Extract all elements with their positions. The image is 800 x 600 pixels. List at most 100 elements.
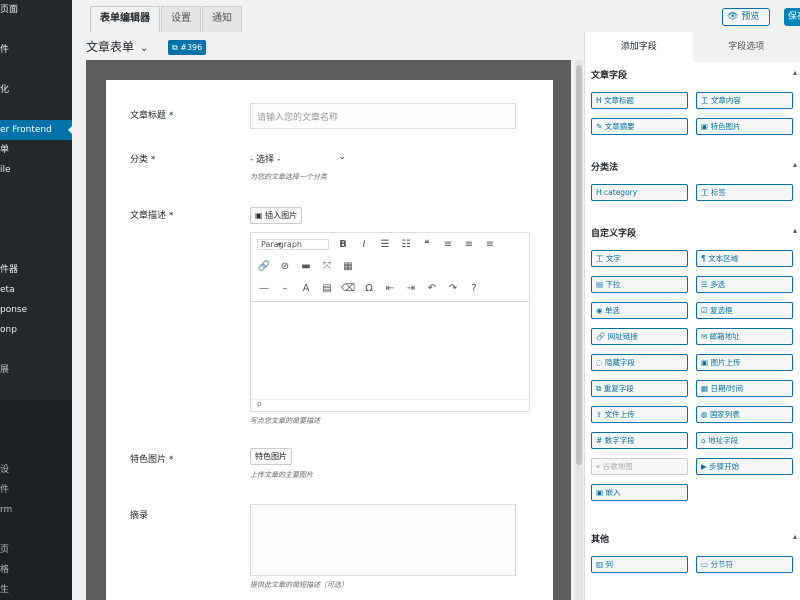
sidebar-item[interactable]: 展: [0, 360, 72, 380]
field-button[interactable]: ✎ 文章摘要: [591, 118, 688, 135]
sidebar-item[interactable]: ponse: [0, 300, 72, 320]
excerpt-textarea[interactable]: [250, 504, 516, 576]
paragraph-select[interactable]: Paragraph ▾: [257, 238, 329, 250]
align-left-icon[interactable]: ≡: [441, 239, 455, 250]
field-button[interactable]: ▣ 嵌入: [591, 484, 688, 501]
section-title[interactable]: 文章字段 ▴: [591, 68, 797, 81]
field-button[interactable]: 工 文章内容: [696, 92, 793, 109]
outdent-icon[interactable]: ⇤: [383, 283, 397, 294]
sidebar-item[interactable]: [0, 180, 72, 200]
sidebar-item[interactable]: ile: [0, 160, 72, 180]
indent-icon[interactable]: ⇥: [404, 283, 418, 294]
field-button[interactable]: ◉ 单选: [591, 302, 688, 319]
undo-icon[interactable]: ↶: [425, 283, 439, 294]
sidebar-item[interactable]: 设: [0, 460, 72, 480]
field-button[interactable]: ▣ 特色图片: [696, 118, 793, 135]
section-title[interactable]: 自定义字段 ▴: [591, 226, 797, 239]
sidebar-item[interactable]: 页面: [0, 0, 72, 20]
field-button[interactable]: ⇪ 文件上传: [591, 406, 688, 423]
link-icon[interactable]: 🔗: [257, 261, 271, 272]
field-button[interactable]: ▦ 日期/时间: [696, 380, 793, 397]
field-button[interactable]: ⌖ 谷歌地图: [591, 458, 688, 475]
field-button[interactable]: ◍ 国家列表: [696, 406, 793, 423]
field-button[interactable]: ¶ 文本区域: [696, 250, 793, 267]
strikethrough-icon[interactable]: —: [257, 283, 271, 294]
tab-notifications[interactable]: 通知: [202, 6, 242, 32]
sidebar-item[interactable]: onp: [0, 320, 72, 340]
number-list-icon[interactable]: ☷: [399, 239, 413, 250]
redo-icon[interactable]: ↷: [446, 283, 460, 294]
sidebar-item[interactable]: [0, 60, 72, 80]
sidebar-item[interactable]: 件: [0, 40, 72, 60]
field-button[interactable]: ▥ 列: [591, 556, 688, 573]
sidebar-item[interactable]: [0, 380, 72, 400]
preview-button[interactable]: 👁 预览: [722, 8, 770, 26]
post-title-input[interactable]: 请输入您的文章名称: [250, 103, 516, 129]
field-button[interactable]: ☰ 多选: [696, 276, 793, 293]
sidebar-item[interactable]: 单: [0, 140, 72, 160]
canvas-scrollbar[interactable]: [575, 60, 583, 600]
horizontal-line-icon[interactable]: –: [278, 283, 292, 294]
field-button[interactable]: 🔗 网址链接: [591, 328, 688, 345]
sidebar-item[interactable]: [0, 400, 72, 420]
help-icon[interactable]: ?: [467, 283, 481, 294]
special-char-icon[interactable]: Ω: [362, 283, 376, 294]
unlink-icon[interactable]: ⊘: [278, 261, 292, 272]
quote-icon[interactable]: ❝: [420, 239, 434, 250]
bold-icon[interactable]: B: [336, 239, 350, 250]
category-select[interactable]: - 选择 - ⌄: [250, 152, 350, 168]
bullet-list-icon[interactable]: ☰: [378, 239, 392, 250]
field-button[interactable]: # 数字字段: [591, 432, 688, 449]
field-button[interactable]: ◌ 隐藏字段: [591, 354, 688, 371]
read-more-icon[interactable]: ▬: [299, 261, 313, 272]
field-button[interactable]: 工 标签: [696, 184, 793, 201]
tab-settings[interactable]: 设置: [161, 6, 201, 32]
field-button[interactable]: ▤ 下拉: [591, 276, 688, 293]
field-button[interactable]: ▶ 步骤开始: [696, 458, 793, 475]
sidebar-item[interactable]: [0, 20, 72, 40]
field-button[interactable]: ▣ 图片上传: [696, 354, 793, 371]
form-title[interactable]: 文章表单 ⌄: [86, 38, 148, 55]
field-button[interactable]: ✉ 邮箱地址: [696, 328, 793, 345]
section-title[interactable]: 分类法 ▴: [591, 160, 797, 173]
align-right-icon[interactable]: ≡: [483, 239, 497, 250]
field-button[interactable]: ⌂ 地址字段: [696, 432, 793, 449]
sidebar-item[interactable]: [0, 100, 72, 120]
italic-icon[interactable]: I: [357, 239, 371, 250]
sidebar-item[interactable]: [0, 340, 72, 360]
sidebar-item[interactable]: [0, 440, 72, 460]
sidebar-item[interactable]: 生: [0, 580, 72, 600]
field-button[interactable]: ☑ 复选框: [696, 302, 793, 319]
tab-add-fields[interactable]: 添加字段: [585, 32, 693, 62]
field-button[interactable]: H 文章标题: [591, 92, 688, 109]
field-button[interactable]: 工 文字: [591, 250, 688, 267]
clear-format-icon[interactable]: ⌫: [341, 283, 355, 294]
fullscreen-icon[interactable]: ⤧: [320, 261, 334, 272]
sidebar-item[interactable]: 件器: [0, 260, 72, 280]
sidebar-item[interactable]: [0, 420, 72, 440]
scroll-thumb[interactable]: [576, 65, 582, 465]
sidebar-item[interactable]: [0, 240, 72, 260]
save-button[interactable]: 保存: [784, 8, 800, 26]
align-center-icon[interactable]: ≡: [462, 239, 476, 250]
sidebar-item[interactable]: er Frontend: [0, 120, 72, 140]
insert-image-button[interactable]: ▣ 插入图片: [250, 207, 303, 224]
sidebar-item[interactable]: 件: [0, 480, 72, 500]
sidebar-item[interactable]: [0, 520, 72, 540]
field-button[interactable]: ⧉ 重复字段: [591, 380, 688, 397]
sidebar-item[interactable]: 化: [0, 80, 72, 100]
sidebar-item[interactable]: rm: [0, 500, 72, 520]
field-button[interactable]: ▭ 分节符: [696, 556, 793, 573]
section-title[interactable]: 其他 ▴: [591, 532, 797, 545]
text-color-icon[interactable]: A: [299, 283, 313, 294]
paste-text-icon[interactable]: ▤: [320, 283, 334, 294]
sidebar-item[interactable]: 页: [0, 540, 72, 560]
sidebar-item[interactable]: [0, 200, 72, 220]
editor-content-area[interactable]: [251, 301, 529, 401]
featured-image-button[interactable]: 特色图片: [250, 448, 292, 465]
sidebar-item[interactable]: 格: [0, 560, 72, 580]
tab-field-options[interactable]: 字段选项: [693, 32, 800, 62]
sidebar-item[interactable]: [0, 220, 72, 240]
toolbar-toggle-icon[interactable]: ▦: [341, 261, 355, 272]
tab-form-editor[interactable]: 表单编辑器: [90, 6, 160, 32]
